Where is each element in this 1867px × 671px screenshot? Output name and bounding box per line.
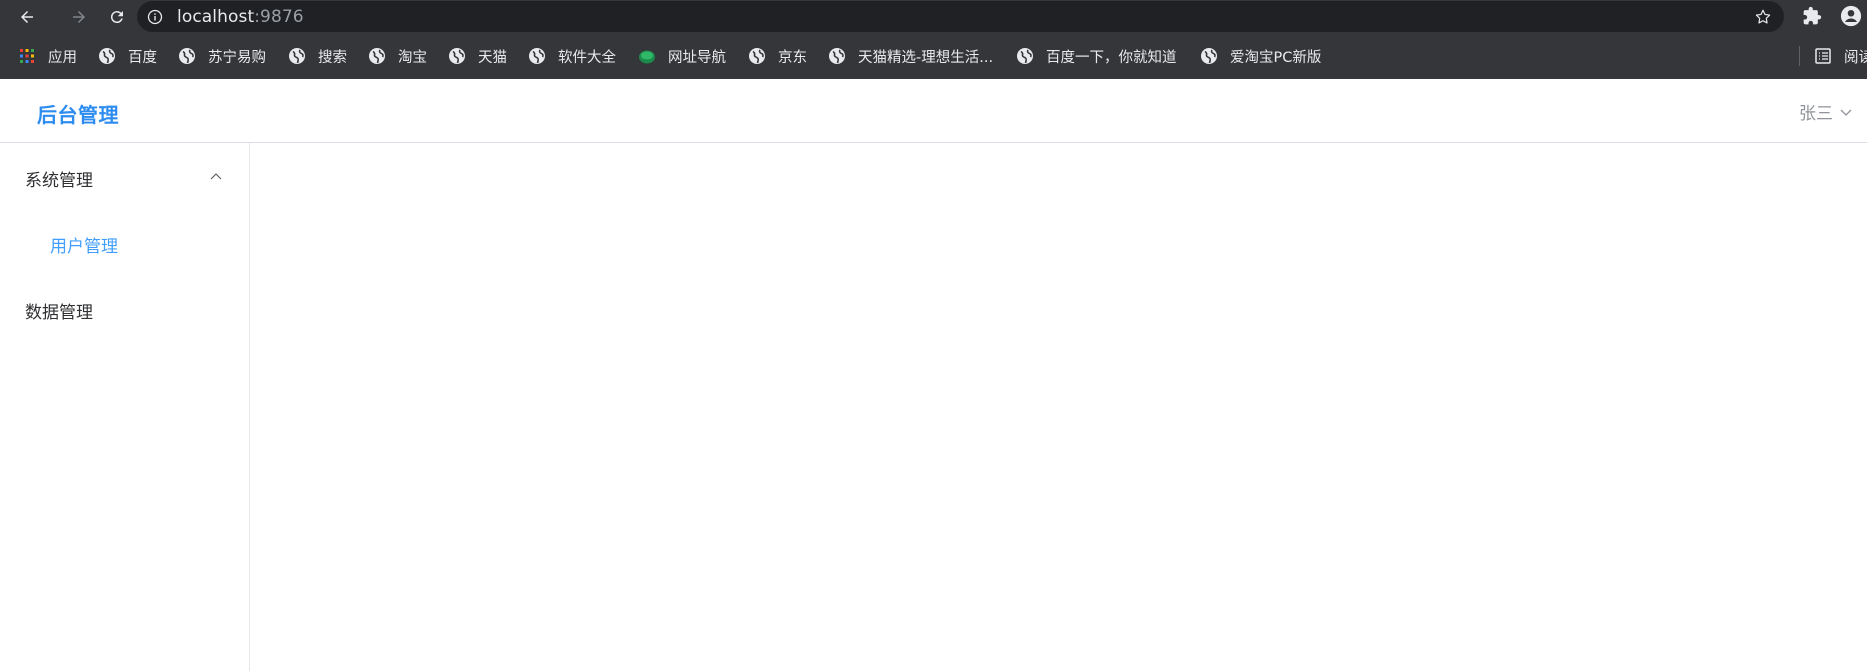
bookmark-label: 搜索 <box>318 49 347 66</box>
back-button[interactable] <box>12 2 42 32</box>
sidebar-menu: 系统管理 用户管理 数据管理 <box>0 143 250 671</box>
menu-item-label: 系统管理 <box>25 170 93 191</box>
bookmark-ai-taobao[interactable]: 爱淘宝PC新版 <box>1192 41 1329 71</box>
menu-user-management[interactable]: 用户管理 <box>0 216 249 272</box>
url-text[interactable]: localhost:9876 <box>177 7 304 27</box>
bookmark-software[interactable]: 软件大全 <box>520 41 624 71</box>
menu-data-management[interactable]: 数据管理 <box>0 282 249 338</box>
globe-icon <box>178 47 196 65</box>
bookmark-label: 天猫 <box>478 49 507 66</box>
reading-list-icon <box>1814 47 1832 65</box>
user-dropdown[interactable]: 张三 <box>1799 99 1853 124</box>
arrow-left-icon <box>21 10 33 23</box>
forward-button[interactable] <box>64 2 94 32</box>
bookmarks-divider <box>1799 46 1800 66</box>
globe-icon <box>368 47 386 65</box>
app-title[interactable]: 后台管理 <box>37 99 119 128</box>
menu-item-label: 用户管理 <box>50 236 118 257</box>
bookmark-label: 京东 <box>778 49 807 66</box>
user-name: 张三 <box>1799 104 1833 124</box>
info-icon[interactable] <box>147 9 163 25</box>
bookmark-reading-list[interactable]: 阅读 <box>1806 41 1867 71</box>
globe-icon <box>828 47 846 65</box>
bookmark-label: 淘宝 <box>398 49 427 66</box>
chevron-up-icon <box>209 170 223 184</box>
globe-icon <box>98 47 116 65</box>
bookmark-label: 网址导航 <box>668 49 726 66</box>
menu-item-label: 数据管理 <box>25 302 93 323</box>
bookmark-label: 百度 <box>128 49 157 66</box>
bookmark-nav[interactable]: 网址导航 <box>630 41 734 71</box>
bookmark-star-icon[interactable] <box>1754 8 1772 26</box>
globe-icon <box>748 47 766 65</box>
bookmark-label: 爱淘宝PC新版 <box>1230 49 1322 66</box>
bookmark-jd[interactable]: 京东 <box>740 41 815 71</box>
reload-button[interactable] <box>102 2 132 32</box>
arrow-right-icon <box>73 10 85 23</box>
globe-icon <box>1200 47 1218 65</box>
globe-icon <box>528 47 546 65</box>
extensions-puzzle-icon[interactable] <box>1802 6 1822 26</box>
reload-icon <box>110 10 123 23</box>
menu-system-management[interactable]: 系统管理 <box>0 150 249 206</box>
globe-icon <box>448 47 466 65</box>
bookmark-suning[interactable]: 苏宁易购 <box>170 41 274 71</box>
app-header: 后台管理 张三 <box>0 79 1867 143</box>
apps-grid-icon <box>18 47 36 65</box>
bookmark-label: 软件大全 <box>558 49 616 66</box>
bookmark-taobao[interactable]: 淘宝 <box>360 41 435 71</box>
globe-icon <box>1016 47 1034 65</box>
url-port: :9876 <box>254 6 304 27</box>
globe-icon <box>288 47 306 65</box>
bookmark-label: 阅读 <box>1844 49 1867 66</box>
address-bar[interactable]: localhost:9876 <box>137 1 1784 32</box>
url-host: localhost <box>177 6 255 27</box>
profile-avatar-icon[interactable] <box>1840 5 1862 27</box>
bookmark-label: 天猫精选-理想生活... <box>858 49 994 66</box>
main-content <box>250 143 1867 671</box>
bookmark-tmall[interactable]: 天猫 <box>440 41 515 71</box>
browser-toolbar: localhost:9876 <box>0 0 1867 33</box>
bookmark-baidu-search[interactable]: 百度一下，你就知道 <box>1008 41 1185 71</box>
bookmarks-bar: 应用 百度 苏宁易购 搜索 淘宝 天猫 软件大全 网址导航 京东 天猫精选-理想… <box>0 33 1867 79</box>
bookmark-label: 应用 <box>48 49 77 66</box>
chevron-down-icon <box>1839 105 1853 119</box>
bookmark-tmall-select[interactable]: 天猫精选-理想生活... <box>820 41 1001 71</box>
bookmark-label: 百度一下，你就知道 <box>1046 49 1177 66</box>
bookmark-baidu[interactable]: 百度 <box>90 41 165 71</box>
bookmark-label: 苏宁易购 <box>208 49 266 66</box>
bookmark-apps[interactable]: 应用 <box>10 41 85 71</box>
bookmark-search[interactable]: 搜索 <box>280 41 355 71</box>
green-leaf-icon <box>638 47 656 65</box>
